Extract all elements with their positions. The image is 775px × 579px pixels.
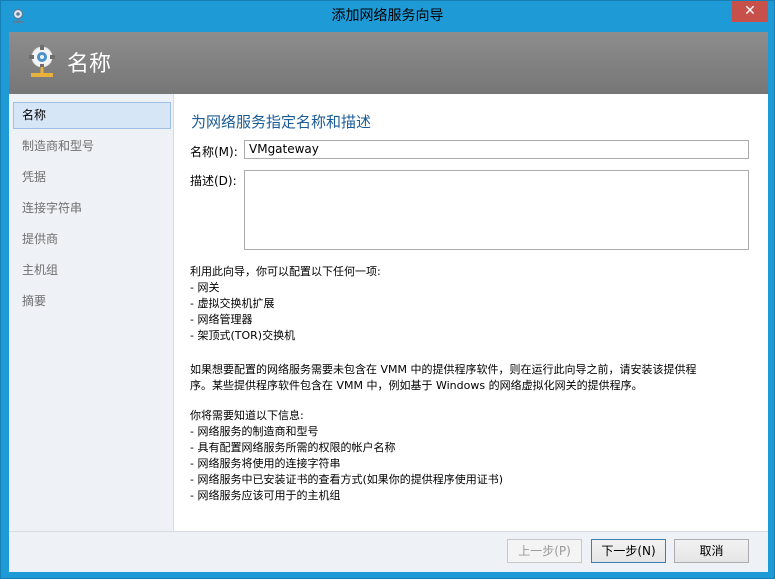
page-header: 名称 xyxy=(9,32,768,94)
sidebar-item-name[interactable]: 名称 xyxy=(13,102,171,129)
wizard-body: 名称 名称 制造商和型号 凭据 连接字符串 提供商 主机组 摘要 为网络服务指定… xyxy=(9,32,768,572)
note-line: 序。某些提供程序软件包含在 VMM 中，例如基于 Windows 的网络虚拟化网… xyxy=(190,379,643,392)
list-item: - 网络管理器 xyxy=(190,313,253,326)
list-item: - 具有配置网络服务所需的权限的帐户名称 xyxy=(190,441,396,454)
main-panel: 为网络服务指定名称和描述 名称(M): VMgateway 描述(D): 利用此… xyxy=(175,94,768,531)
requirements-line: 你将需要知道以下信息: xyxy=(190,409,304,422)
button-bar: 上一步(P) 下一步(N) 取消 xyxy=(9,531,768,572)
intro-line: 利用此向导，你可以配置以下任何一项: xyxy=(190,265,381,278)
note-line: 如果想要配置的网络服务需要未包含在 VMM 中的提供程序软件，则在运行此向导之前… xyxy=(190,363,697,376)
list-item: - 网络服务中已安装证书的查看方式(如果你的提供程序使用证书) xyxy=(190,473,504,486)
list-item: - 架顶式(TOR)交换机 xyxy=(190,329,296,342)
wizard-window: 添加网络服务向导 ✕ 名称 名称 制造商和型号 凭据 连接字符串 提供商 主机组… xyxy=(0,0,775,579)
description-label: 描述(D): xyxy=(190,174,237,188)
sidebar-item-connection-string[interactable]: 连接字符串 xyxy=(13,195,171,222)
close-button[interactable]: ✕ xyxy=(732,1,768,22)
requirements-text: 你将需要知道以下信息: - 网络服务的制造商和型号 - 具有配置网络服务所需的权… xyxy=(190,408,755,504)
section-heading: 为网络服务指定名称和描述 xyxy=(191,113,372,131)
title-bar: 添加网络服务向导 ✕ xyxy=(1,1,774,32)
list-item: - 网关 xyxy=(190,281,220,294)
cancel-button[interactable]: 取消 xyxy=(674,539,749,563)
window-title: 添加网络服务向导 xyxy=(331,8,444,24)
name-label: 名称(M): xyxy=(190,145,238,159)
intro-text: 利用此向导，你可以配置以下任何一项: - 网关 - 虚拟交换机扩展 - 网络管理… xyxy=(190,264,755,344)
name-input[interactable]: VMgateway xyxy=(244,140,749,159)
page-title: 名称 xyxy=(67,52,112,77)
network-service-icon xyxy=(29,45,55,77)
sidebar-item-summary[interactable]: 摘要 xyxy=(13,288,171,315)
description-input[interactable] xyxy=(244,170,749,250)
list-item: - 虚拟交换机扩展 xyxy=(190,297,275,310)
next-button[interactable]: 下一步(N) xyxy=(591,539,666,563)
sidebar-item-credentials[interactable]: 凭据 xyxy=(13,164,171,191)
list-item: - 网络服务应该可用于的主机组 xyxy=(190,489,341,502)
provider-note: 如果想要配置的网络服务需要未包含在 VMM 中的提供程序软件，则在运行此向导之前… xyxy=(190,362,755,394)
sidebar-item-manufacturer-model[interactable]: 制造商和型号 xyxy=(13,133,171,160)
list-item: - 网络服务将使用的连接字符串 xyxy=(190,457,341,470)
previous-button[interactable]: 上一步(P) xyxy=(507,539,582,563)
wizard-steps-sidebar: 名称 制造商和型号 凭据 连接字符串 提供商 主机组 摘要 xyxy=(9,94,174,531)
sidebar-item-host-group[interactable]: 主机组 xyxy=(13,257,171,284)
list-item: - 网络服务的制造商和型号 xyxy=(190,425,319,438)
sidebar-item-provider[interactable]: 提供商 xyxy=(13,226,171,253)
